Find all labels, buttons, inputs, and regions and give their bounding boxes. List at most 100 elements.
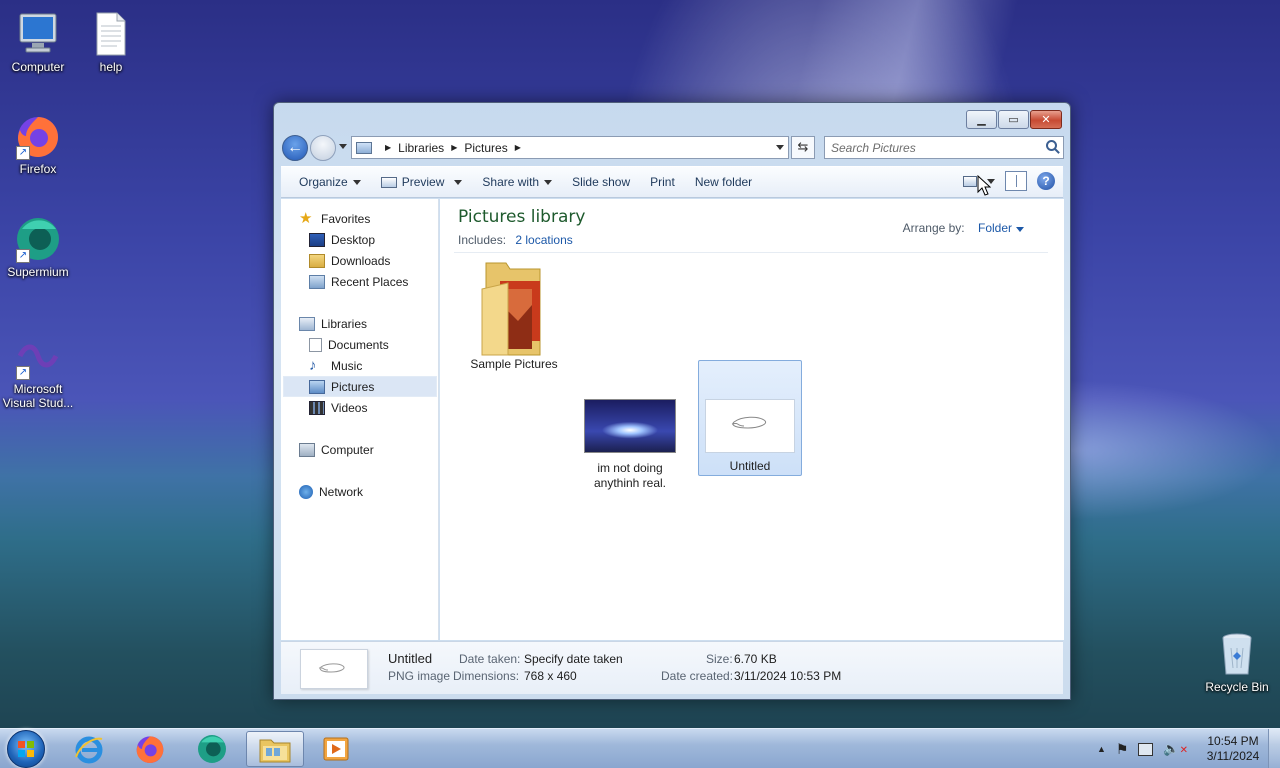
- breadcrumb-chevron-icon[interactable]: ▶: [385, 143, 391, 152]
- recycle-bin-icon: [1213, 630, 1261, 678]
- network-status-icon[interactable]: [1138, 742, 1154, 756]
- supermium-icon: ↗: [14, 215, 62, 263]
- slide-show-button[interactable]: Slide show: [562, 166, 640, 198]
- desktop-icon-firefox[interactable]: ↗ Firefox: [0, 112, 76, 176]
- arrange-by: Arrange by: Folder: [903, 221, 1024, 235]
- star-icon: ★: [299, 209, 313, 227]
- arrange-by-dropdown[interactable]: Folder: [978, 221, 1012, 235]
- start-button[interactable]: [7, 730, 45, 768]
- taskbar-supermium[interactable]: [183, 731, 241, 767]
- clock-date: 3/11/2024: [1206, 749, 1260, 763]
- minimize-icon: ▁: [977, 114, 986, 126]
- clock-time: 10:54 PM: [1207, 734, 1259, 748]
- breadcrumb-libraries[interactable]: Libraries: [398, 141, 444, 155]
- close-icon: ✕: [1041, 114, 1051, 126]
- volume-muted-icon[interactable]: 🔈✕: [1163, 741, 1188, 757]
- slide-show-label: Slide show: [572, 175, 631, 189]
- print-button[interactable]: Print: [640, 166, 685, 198]
- address-bar[interactable]: ▶ Libraries ▶ Pictures ▶: [351, 136, 789, 159]
- date-created-value: 3/11/2024 10:53 PM: [734, 669, 842, 683]
- preview-icon: [380, 176, 397, 188]
- nav-label: Documents: [328, 337, 389, 352]
- desktop-icon-help[interactable]: help: [73, 10, 149, 74]
- change-view-icon[interactable]: [963, 175, 977, 187]
- search-input[interactable]: Search Pictures: [824, 136, 1064, 159]
- refresh-icon: ⇆: [797, 139, 809, 154]
- locations-link[interactable]: 2 locations: [515, 233, 572, 247]
- item-name-line2: anythinh real.: [593, 476, 667, 490]
- back-button[interactable]: ←: [282, 135, 308, 161]
- breadcrumb-pictures[interactable]: Pictures: [464, 141, 507, 155]
- search-icon[interactable]: [1046, 140, 1057, 151]
- nav-computer[interactable]: Computer: [299, 439, 453, 460]
- breadcrumb-chevron-icon[interactable]: ▶: [515, 143, 521, 152]
- desktop-icon-recycle-bin[interactable]: Recycle Bin: [1199, 630, 1275, 694]
- libraries-icon: [299, 316, 315, 331]
- taskbar-media-player[interactable]: [307, 731, 365, 767]
- folder-sample-pictures[interactable]: Sample Pictures: [462, 259, 566, 375]
- preview-pane-button[interactable]: [1005, 171, 1027, 191]
- desktop-icon-supermium[interactable]: ↗ Supermium: [0, 215, 76, 279]
- library-includes: Includes: 2 locations: [458, 233, 573, 247]
- nav-libraries[interactable]: Libraries: [299, 313, 453, 334]
- videos-icon: [309, 400, 325, 415]
- shortcut-arrow-icon: ↗: [16, 366, 30, 380]
- breadcrumb-chevron-icon[interactable]: ▶: [451, 143, 457, 152]
- desktop-icon: [309, 232, 325, 247]
- show-desktop-button[interactable]: [1268, 729, 1280, 768]
- internet-explorer-icon: [75, 736, 103, 764]
- desktop-icon-label: Firefox: [19, 162, 57, 176]
- action-center-flag-icon[interactable]: ⚑: [1116, 741, 1129, 758]
- nav-pictures[interactable]: Pictures: [283, 376, 437, 397]
- nav-label: Downloads: [331, 253, 391, 268]
- taskbar-windows-explorer[interactable]: [246, 731, 304, 767]
- desktop-icon-label: help: [99, 60, 123, 74]
- windows-explorer-icon: [259, 739, 291, 763]
- taskbar-internet-explorer[interactable]: [60, 731, 118, 767]
- address-history-dropdown[interactable]: [776, 145, 784, 150]
- nav-favorites[interactable]: ★ Favorites: [299, 208, 453, 229]
- image-untitled[interactable]: Untitled: [698, 360, 802, 476]
- desktop-icon-label: Supermium: [7, 265, 69, 279]
- nav-label: Recent Places: [331, 274, 409, 289]
- close-button[interactable]: ✕: [1030, 110, 1062, 129]
- file-list-pane: Pictures library Includes: 2 locations A…: [440, 199, 1064, 640]
- navigation-bar: ← ▶ Libraries ▶ Pictures ▶ ⇆ Search Pict…: [282, 135, 1064, 161]
- details-pane: Untitled PNG image Date taken: Specify d…: [281, 641, 1063, 694]
- show-hidden-icons-icon[interactable]: ▲: [1097, 744, 1106, 754]
- size-label: Size:: [706, 652, 733, 666]
- new-folder-button[interactable]: New folder: [685, 166, 762, 198]
- organize-button[interactable]: Organize: [289, 166, 371, 198]
- desktop-icon-visual-studio[interactable]: ↗ Microsoft Visual Stud...: [0, 332, 76, 410]
- includes-label: Includes:: [458, 233, 507, 247]
- date-taken-value[interactable]: Specify date taken: [524, 652, 623, 666]
- chevron-down-icon: [1016, 227, 1024, 232]
- forward-button[interactable]: [310, 135, 336, 161]
- share-with-button[interactable]: Share with: [472, 166, 562, 198]
- image-im-not-doing[interactable]: im not doing anythinh real.: [578, 399, 682, 491]
- music-icon: ♪: [309, 356, 317, 374]
- search-placeholder: Search Pictures: [831, 141, 916, 155]
- dimensions-value: 768 x 460: [524, 669, 577, 683]
- preview-button[interactable]: Preview: [371, 166, 473, 198]
- print-label: Print: [650, 175, 675, 189]
- library-folder-icon: [356, 141, 372, 154]
- mouse-cursor-icon: [977, 175, 991, 196]
- computer-icon: [299, 442, 315, 457]
- share-with-label: Share with: [482, 175, 540, 189]
- desktop-icon-label: Computer: [11, 60, 65, 74]
- minimize-button[interactable]: ▁: [966, 110, 997, 129]
- nav-label: Pictures: [331, 379, 375, 394]
- recent-pages-dropdown[interactable]: [339, 144, 347, 149]
- desktop-icon-computer[interactable]: Computer: [0, 10, 76, 74]
- maximize-button[interactable]: ▭: [998, 110, 1029, 129]
- system-tray: ▲ ⚑ 🔈✕ 10:54 PM 3/11/2024: [1097, 729, 1280, 768]
- chevron-down-icon: [454, 179, 463, 185]
- refresh-button[interactable]: ⇆: [791, 136, 815, 159]
- clock[interactable]: 10:54 PM 3/11/2024: [1198, 734, 1268, 764]
- taskbar-firefox[interactable]: [121, 731, 179, 767]
- nav-network[interactable]: Network: [299, 481, 453, 502]
- nav-label: Videos: [331, 400, 368, 415]
- date-created-label: Date created:: [661, 669, 734, 683]
- help-icon[interactable]: ?: [1037, 172, 1055, 190]
